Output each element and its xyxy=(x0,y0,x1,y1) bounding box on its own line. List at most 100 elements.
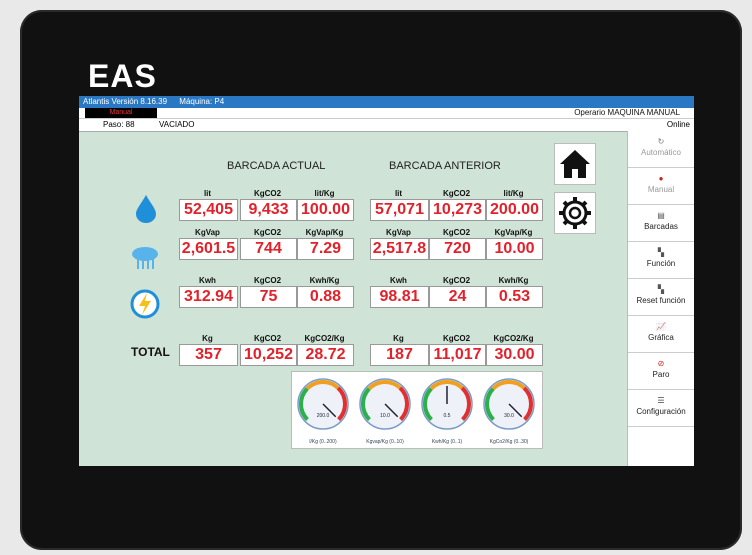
version-text: Atlantis Versión 8.16.39 xyxy=(83,97,168,106)
gauge-label: Kgvap/Kg (0..10) xyxy=(366,439,404,445)
step-number: Paso: 88 xyxy=(103,120,135,129)
anterior-value: 30.00 xyxy=(486,344,543,366)
gauge-panel: 200.0 l/Kg (0..200) 10.0 Kgvap/Kg (0..10) 0.… xyxy=(291,371,543,449)
gauge-value: 30.0 xyxy=(504,413,514,419)
column-header: KgCO2/Kg xyxy=(493,334,534,343)
electricity-icon xyxy=(130,289,160,319)
sidebar-button-5[interactable]: 📈 Gráfica xyxy=(628,316,694,353)
column-header: Kg xyxy=(393,334,404,343)
sidebar-button-0[interactable]: ↻ Automático xyxy=(628,131,694,168)
brand-logo: EAS xyxy=(88,58,157,94)
anterior-value: 0.53 xyxy=(486,286,543,308)
column-header: lit/Kg xyxy=(314,189,335,198)
column-header: KgCO2 xyxy=(253,189,282,198)
column-header: Kwh/Kg xyxy=(498,276,529,285)
column-header: KgVap xyxy=(386,228,411,237)
actual-value: 312.94 xyxy=(179,286,238,308)
gauge-value: 200.0 xyxy=(317,413,330,419)
sidebar-button-6[interactable]: ⊘ Paro xyxy=(628,353,694,390)
gauge-label: Kwh/Kg (0..1) xyxy=(432,439,463,445)
column-header: KgCO2 xyxy=(442,334,471,343)
home-icon xyxy=(560,150,590,178)
column-header: lit xyxy=(394,189,403,198)
step-bar: Paso: 88 VACIADO Online xyxy=(79,118,694,132)
column-header: KgCO2/Kg xyxy=(304,334,345,343)
settings-icon: ☰ xyxy=(657,396,665,405)
sidebar-button-2[interactable]: ▤ Barcadas xyxy=(628,205,694,242)
status-bar: Manual Operario MAQUINA MANUAL xyxy=(79,108,694,118)
sidebar-button-label: Configuración xyxy=(636,407,686,416)
sidebar-button-4[interactable]: ▚ Reset función xyxy=(628,279,694,316)
anterior-value: 2,517.8 xyxy=(370,238,429,260)
actual-value: 75 xyxy=(240,286,297,308)
sidebar-button-3[interactable]: ▚ Función xyxy=(628,242,694,279)
gauge: 200.0 l/Kg (0..200) xyxy=(297,378,349,445)
actual-value: 9,433 xyxy=(240,199,297,221)
actual-value: 2,601.5 xyxy=(179,238,238,260)
sidebar-button-label: Paro xyxy=(652,370,670,379)
anterior-value: 10.00 xyxy=(486,238,543,260)
anterior-value: 720 xyxy=(429,238,486,260)
anterior-value: 10,273 xyxy=(429,199,486,221)
anterior-value: 11,017 xyxy=(429,344,486,366)
sidebar-button-7[interactable]: ☰ Configuración xyxy=(628,390,694,427)
function-icon: ▚ xyxy=(657,248,665,257)
gear-icon xyxy=(559,197,591,229)
total-label: TOTAL xyxy=(131,345,170,359)
sidebar-button-label: Automático xyxy=(640,148,682,157)
step-name: VACIADO xyxy=(159,120,195,129)
side-menu: ↻ Automático ● Manual ▤ Barcadas ▚ Función ▚ Rese… xyxy=(627,131,694,466)
column-header: KgCO2 xyxy=(442,228,471,237)
actual-value: 10,252 xyxy=(240,344,297,366)
column-header: Kg xyxy=(202,334,213,343)
actual-value: 7.29 xyxy=(297,238,354,260)
column-header: lit xyxy=(203,189,212,198)
hmi-screen: Atlantis Versión 8.16.39 Máquina: P4 Man… xyxy=(79,96,694,466)
actual-value: 357 xyxy=(179,344,238,366)
sidebar-button-label: Función xyxy=(646,259,676,268)
column-header: KgCO2 xyxy=(253,228,282,237)
settings-button[interactable] xyxy=(554,192,596,234)
column-header: KgVap/Kg xyxy=(494,228,533,237)
water-drop-icon xyxy=(136,195,156,223)
document-icon: ▤ xyxy=(657,211,665,220)
anterior-heading: BARCADA ANTERIOR xyxy=(389,160,501,172)
column-header: Kwh xyxy=(199,276,216,285)
sidebar-button-label: Barcadas xyxy=(644,222,678,231)
connection-status: Online xyxy=(666,120,690,129)
column-header: Kwh/Kg xyxy=(309,276,340,285)
anterior-value: 187 xyxy=(370,344,429,366)
gauge-value: 10.0 xyxy=(380,413,390,419)
anterior-value: 98.81 xyxy=(370,286,429,308)
home-button[interactable] xyxy=(554,143,596,185)
actual-value: 0.88 xyxy=(297,286,354,308)
column-header: KgVap xyxy=(195,228,220,237)
stop-icon: ⊘ xyxy=(657,359,665,368)
mode-badge: Manual xyxy=(85,108,157,118)
gauge: 10.0 Kgvap/Kg (0..10) xyxy=(359,378,411,445)
column-header: KgCO2 xyxy=(253,334,282,343)
refresh-icon: ↻ xyxy=(657,137,665,146)
machine-text: Máquina: P4 xyxy=(179,97,225,106)
column-header: KgCO2 xyxy=(442,189,471,198)
gauge: 0.5 Kwh/Kg (0..1) xyxy=(421,378,473,445)
anterior-value: 200.00 xyxy=(486,199,543,221)
gauge-label: l/Kg (0..200) xyxy=(309,439,337,445)
main-panel: BARCADA ACTUAL BARCADA ANTERIOR TOTAL li… xyxy=(79,131,627,466)
anterior-value: 24 xyxy=(429,286,486,308)
actual-value: 28.72 xyxy=(297,344,354,366)
chart-icon: 📈 xyxy=(656,322,666,331)
gauge: 30.0 KgCo2/Kg (0..30) xyxy=(483,378,535,445)
sidebar-button-label: Reset función xyxy=(636,296,686,305)
gauge-value: 0.5 xyxy=(444,413,451,419)
actual-value: 100.00 xyxy=(297,199,354,221)
actual-value: 744 xyxy=(240,238,297,260)
gauges-svg: 200.0 l/Kg (0..200) 10.0 Kgvap/Kg (0..10) 0.… xyxy=(297,378,535,445)
steam-icon xyxy=(132,247,158,269)
actual-heading: BARCADA ACTUAL xyxy=(227,160,326,172)
sidebar-button-1[interactable]: ● Manual xyxy=(628,168,694,205)
column-header: KgVap/Kg xyxy=(305,228,344,237)
column-header: KgCO2 xyxy=(442,276,471,285)
column-header: Kwh xyxy=(390,276,407,285)
column-header: KgCO2 xyxy=(253,276,282,285)
